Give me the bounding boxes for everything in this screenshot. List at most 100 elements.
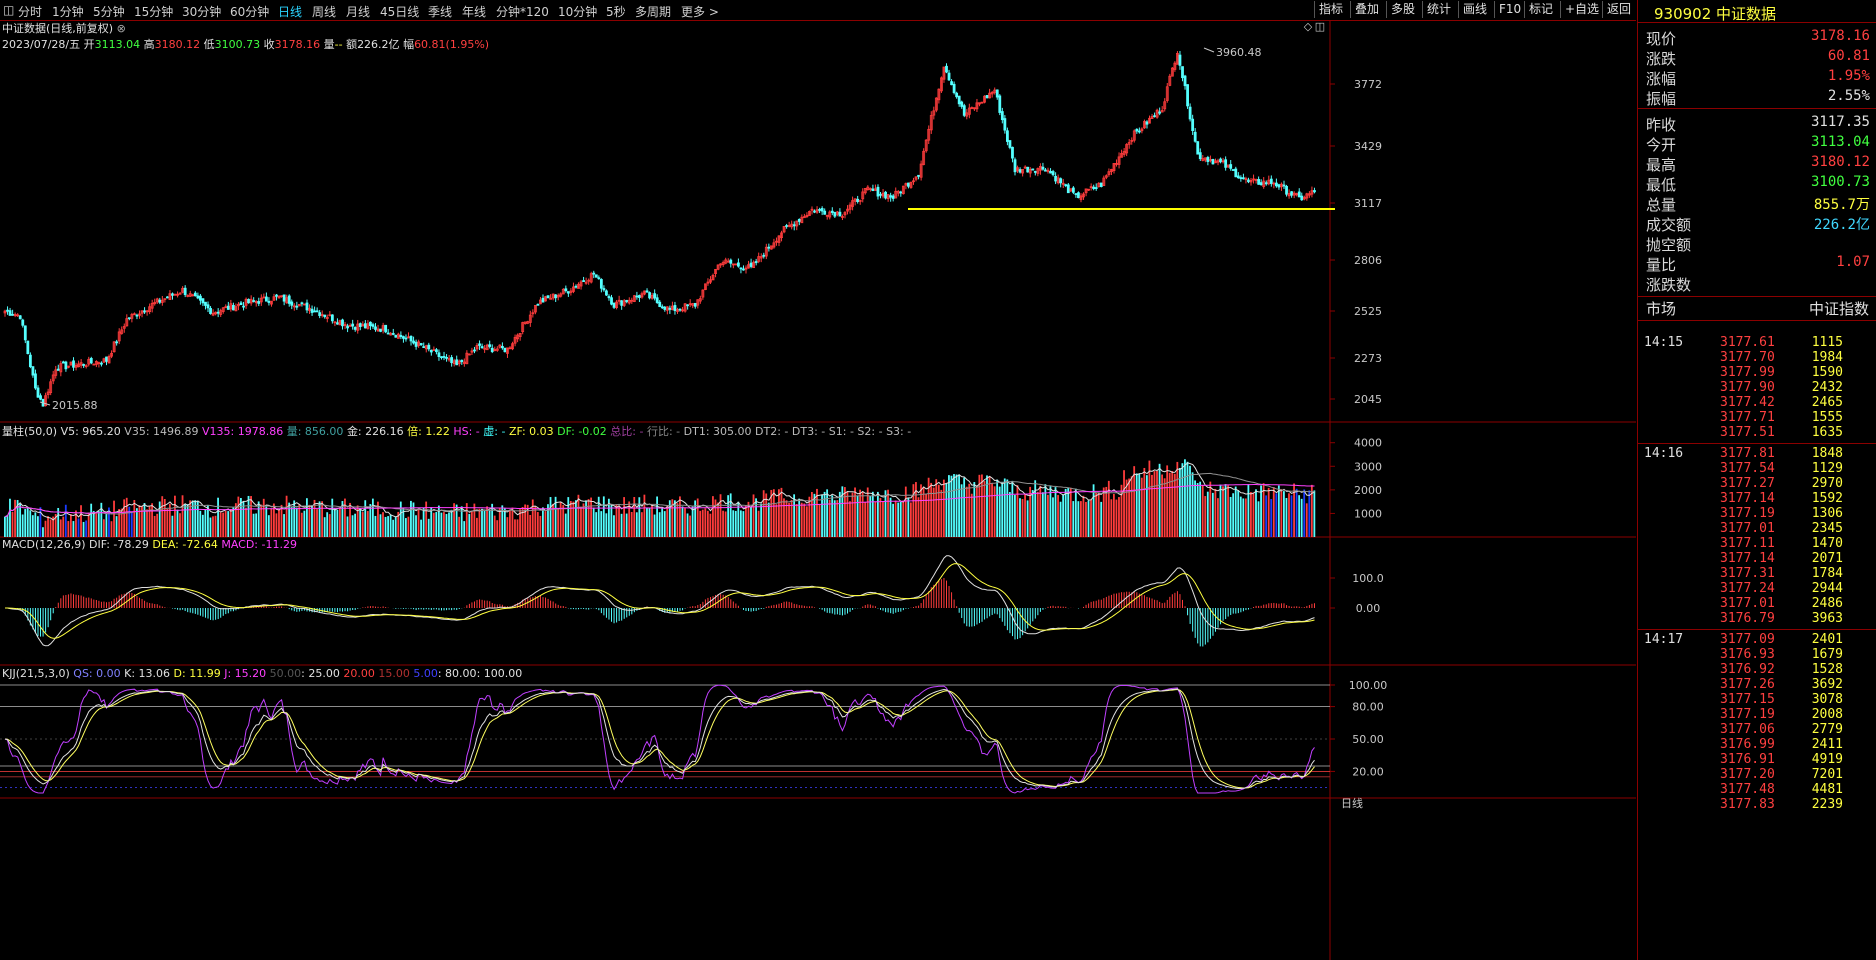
high-label: 高: [143, 38, 155, 51]
volume-bar: [95, 513, 98, 537]
candle-body: [818, 209, 822, 211]
volume-bar: [960, 484, 963, 537]
candle-body: [336, 322, 339, 325]
period-tab[interactable]: 分钟*120: [496, 3, 549, 20]
period-tab[interactable]: 30分钟: [182, 3, 221, 20]
volume-bar: [364, 500, 367, 537]
candle-body: [315, 310, 319, 313]
level-25: : 25.00: [301, 667, 340, 680]
period-tab[interactable]: 5分钟: [93, 3, 125, 20]
volume-bar: [1140, 477, 1143, 537]
liang-value: 量: 856.00: [286, 425, 344, 438]
menu-icon[interactable]: ◫: [3, 3, 14, 17]
volume-bar: [1112, 493, 1115, 537]
volume-bar: [909, 502, 912, 537]
candle-body: [1137, 130, 1141, 133]
candle-body: [1313, 190, 1316, 193]
candle-body: [1188, 106, 1192, 120]
candle-body: [1064, 184, 1068, 187]
volume-bar: [859, 489, 862, 537]
volume-bar: [245, 507, 247, 537]
volume-bar: [379, 514, 382, 537]
toolbar-button[interactable]: 标记: [1524, 1, 1557, 18]
toolbar-button[interactable]: F10: [1494, 1, 1525, 18]
volume-bar: [387, 516, 389, 537]
volume-bar: [1242, 498, 1245, 537]
volume-bar: [204, 509, 207, 537]
volume-bar: [85, 520, 88, 537]
candle-body: [1234, 168, 1238, 178]
kdj-axis-label: 20.00: [1352, 765, 1384, 778]
candle-body: [427, 344, 431, 350]
toolbar-button[interactable]: 返回: [1602, 1, 1635, 18]
tick-volume: 2970: [1811, 476, 1843, 491]
toolbar-button[interactable]: 画线: [1458, 1, 1491, 18]
stock-chart[interactable]: 3772 3429 3117 2806 2525 2273 2045 3960.48 2015.…: [0, 20, 1636, 960]
tick-volume: 2465: [1811, 395, 1843, 410]
volume-bar: [151, 503, 153, 537]
period-tab[interactable]: 45日线: [380, 3, 419, 20]
candle-body: [833, 211, 837, 217]
volume-bar: [651, 504, 653, 537]
period-tab[interactable]: 5秒: [606, 3, 626, 20]
period-tab[interactable]: 日线: [278, 3, 302, 20]
volume-bar: [232, 507, 235, 537]
kdj-indicator-name[interactable]: KJJ(21,5,3,0): [2, 667, 70, 680]
volume-bar: [1054, 487, 1057, 537]
volume-bar: [963, 477, 966, 537]
xu-value: 虚: -: [483, 425, 506, 438]
tick-price: 3177.48: [1720, 782, 1775, 797]
diamond-icon: ◇: [1304, 20, 1313, 33]
chart-title: 中证数据(日线,前复权): [2, 22, 114, 35]
macd-indicator-name[interactable]: MACD(12,26,9): [2, 538, 86, 551]
volume-bar: [940, 489, 943, 537]
candle-body: [541, 297, 545, 303]
toolbar-button[interactable]: 多股: [1386, 1, 1419, 18]
quote-value: 3117.35: [1810, 114, 1870, 130]
tick-volume: 2411: [1811, 737, 1843, 752]
volume-bar: [384, 516, 387, 537]
volume-bar: [808, 496, 811, 537]
period-tab[interactable]: 年线: [462, 3, 486, 20]
volume-bar: [1280, 489, 1283, 537]
period-tab[interactable]: 月线: [346, 3, 370, 20]
candle-body: [89, 358, 93, 364]
period-tab[interactable]: 1分钟: [52, 3, 84, 20]
volume-bar: [833, 500, 836, 537]
period-tab[interactable]: 15分钟: [134, 3, 173, 20]
chart-settings-icon[interactable]: ⊗: [117, 22, 126, 35]
volume-bar: [179, 513, 181, 537]
level-15: 15.00: [378, 667, 410, 680]
toolbar-button[interactable]: 叠加: [1350, 1, 1383, 18]
volume-bar: [1232, 493, 1235, 537]
volume-bar: [559, 502, 562, 537]
period-tab[interactable]: 周线: [312, 3, 336, 20]
period-tab[interactable]: 更多 >: [681, 3, 719, 20]
volume-bar: [440, 512, 443, 537]
period-tab[interactable]: 季线: [428, 3, 452, 20]
volume-bar: [39, 507, 42, 537]
volume-bar: [1079, 501, 1082, 537]
toolbar-button[interactable]: 指标: [1314, 1, 1347, 18]
hb-value: 行比: -: [646, 425, 681, 438]
toolbar-button[interactable]: 统计: [1422, 1, 1455, 18]
volume-bar: [843, 487, 846, 537]
volume-bar: [1308, 490, 1311, 537]
volume-bar: [1257, 501, 1260, 537]
period-tab[interactable]: 60分钟: [230, 3, 269, 20]
volume-bar: [351, 515, 354, 537]
volume-bar: [775, 504, 778, 537]
volume-bar: [897, 502, 900, 537]
period-tab[interactable]: 10分钟: [558, 3, 597, 20]
volume-bar: [521, 506, 524, 537]
quote-value: 1.95%: [1827, 68, 1870, 84]
toolbar-button[interactable]: +自选: [1560, 1, 1603, 18]
volume-bar: [876, 491, 879, 537]
volume-indicator-name[interactable]: 量柱(50,0): [2, 425, 57, 438]
v135-value: V135: 1978.86: [202, 425, 284, 438]
peak-label: 3960.48: [1216, 46, 1262, 59]
candle-body: [242, 305, 245, 308]
period-tab[interactable]: 分时: [18, 3, 42, 20]
volume-bar: [1095, 492, 1098, 537]
period-tab[interactable]: 多周期: [635, 3, 671, 20]
